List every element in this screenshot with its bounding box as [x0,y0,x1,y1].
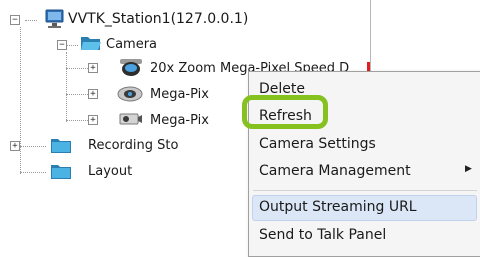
speed-dome-camera-icon [118,56,144,82]
expand-toggle[interactable]: + [10,141,20,151]
tree-connector [66,45,78,46]
tree-node-recording-storage[interactable]: Recording Sto [88,138,178,154]
tree-connector [20,146,46,147]
tree-connector [66,52,67,122]
computer-icon [44,8,66,34]
menu-item-camera-management[interactable]: Camera Management [259,162,411,180]
expand-toggle[interactable]: + [88,89,98,99]
tree-connector [20,172,46,173]
submenu-arrow-icon: ▶ [465,164,472,174]
expand-toggle[interactable]: + [88,115,98,125]
refresh-highlight-ring [242,95,328,129]
menu-separator [253,190,477,191]
box-camera-icon [118,110,144,132]
expand-toggle[interactable]: + [88,63,98,73]
tree-node-layout[interactable]: Layout [88,164,132,180]
tree-connector [20,27,21,174]
tree-connector [25,20,37,21]
collapse-toggle[interactable]: − [10,15,20,25]
folder-open-icon [80,34,102,56]
tree-node-station[interactable]: VVTK_Station1(127.0.0.1) [68,11,248,27]
tree-node-camera-3[interactable]: Mega-Pix [150,113,209,129]
menu-item-output-streaming-url[interactable]: Output Streaming URL [259,198,417,216]
folder-icon [50,162,72,184]
dome-camera-icon [116,82,144,108]
tree-node-camera-2[interactable]: Mega-Pix [150,87,209,103]
menu-item-camera-settings[interactable]: Camera Settings [259,135,376,153]
collapse-toggle[interactable]: − [57,40,67,50]
tree-node-camera[interactable]: Camera [106,37,157,53]
menu-item-send-to-talk-panel[interactable]: Send to Talk Panel [259,226,386,244]
panel-splitter[interactable] [370,0,371,80]
folder-icon [50,136,72,158]
